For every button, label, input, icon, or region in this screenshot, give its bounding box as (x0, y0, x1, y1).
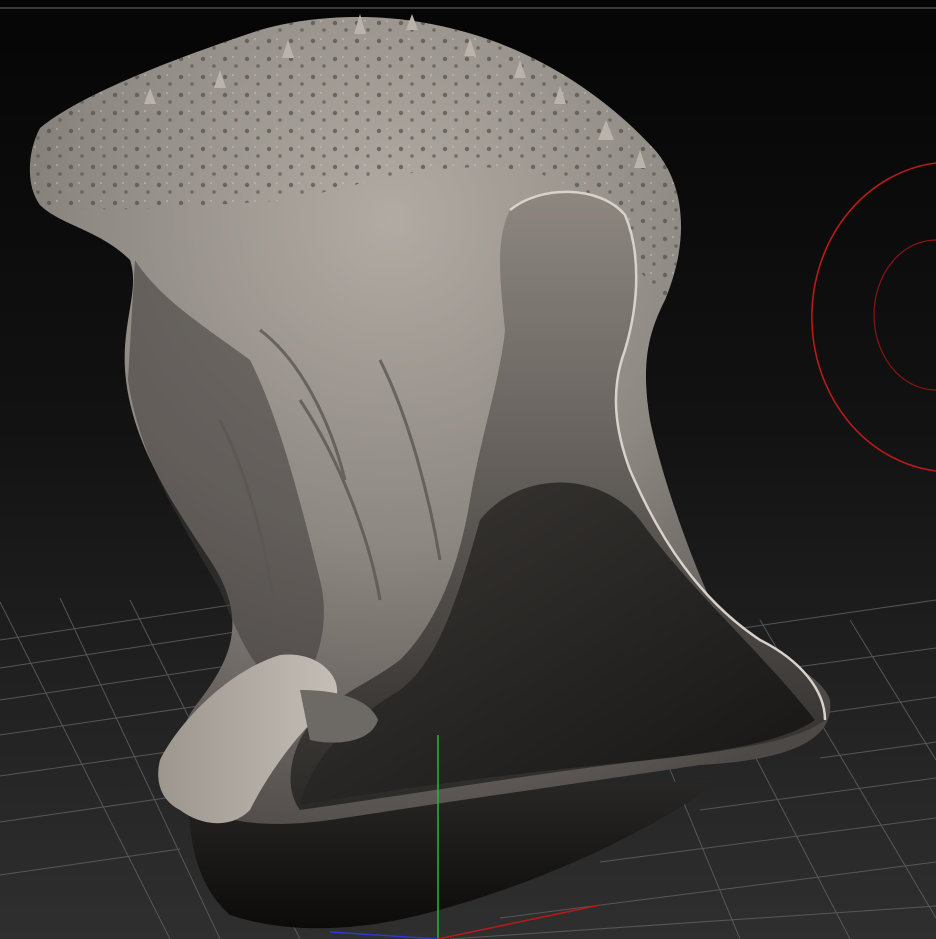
viewport-canvas[interactable] (0, 0, 936, 939)
3d-viewport[interactable] (0, 0, 936, 939)
